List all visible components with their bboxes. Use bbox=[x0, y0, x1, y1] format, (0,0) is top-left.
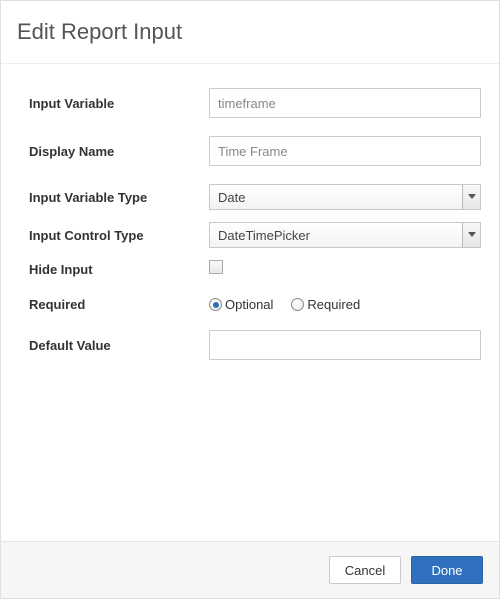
dialog-header: Edit Report Input bbox=[1, 1, 499, 64]
label-display-name: Display Name bbox=[29, 144, 209, 159]
required-radio-optional[interactable]: Optional bbox=[209, 297, 273, 312]
row-hide-input: Hide Input bbox=[29, 260, 481, 279]
input-variable-type-value: Date bbox=[210, 190, 462, 205]
chevron-down-icon bbox=[462, 223, 480, 247]
done-button[interactable]: Done bbox=[411, 556, 483, 584]
label-input-variable: Input Variable bbox=[29, 96, 209, 111]
default-value-field[interactable] bbox=[209, 330, 481, 360]
chevron-down-icon bbox=[462, 185, 480, 209]
label-input-control-type: Input Control Type bbox=[29, 228, 209, 243]
row-display-name: Display Name bbox=[29, 136, 481, 166]
radio-icon bbox=[209, 298, 222, 311]
input-control-type-value: DateTimePicker bbox=[210, 228, 462, 243]
row-required: Required Optional Required bbox=[29, 297, 481, 312]
dialog-title: Edit Report Input bbox=[17, 19, 483, 45]
label-hide-input: Hide Input bbox=[29, 262, 209, 277]
radio-label-optional: Optional bbox=[225, 297, 273, 312]
radio-icon bbox=[291, 298, 304, 311]
label-input-variable-type: Input Variable Type bbox=[29, 190, 209, 205]
dialog-footer: Cancel Done bbox=[1, 541, 499, 598]
hide-input-checkbox[interactable] bbox=[209, 260, 223, 274]
dialog-body: Input Variable Display Name Input Variab… bbox=[1, 64, 499, 541]
radio-label-required: Required bbox=[307, 297, 360, 312]
input-control-type-select[interactable]: DateTimePicker bbox=[209, 222, 481, 248]
row-input-variable-type: Input Variable Type Date bbox=[29, 184, 481, 210]
label-required: Required bbox=[29, 297, 209, 312]
display-name-field[interactable] bbox=[209, 136, 481, 166]
row-input-variable: Input Variable bbox=[29, 88, 481, 118]
required-radio-group: Optional Required bbox=[209, 297, 481, 312]
input-variable-field[interactable] bbox=[209, 88, 481, 118]
label-default-value: Default Value bbox=[29, 338, 209, 353]
input-variable-type-select[interactable]: Date bbox=[209, 184, 481, 210]
row-default-value: Default Value bbox=[29, 330, 481, 360]
cancel-button[interactable]: Cancel bbox=[329, 556, 401, 584]
row-input-control-type: Input Control Type DateTimePicker bbox=[29, 222, 481, 248]
edit-report-input-dialog: Edit Report Input Input Variable Display… bbox=[0, 0, 500, 599]
required-radio-required[interactable]: Required bbox=[291, 297, 360, 312]
